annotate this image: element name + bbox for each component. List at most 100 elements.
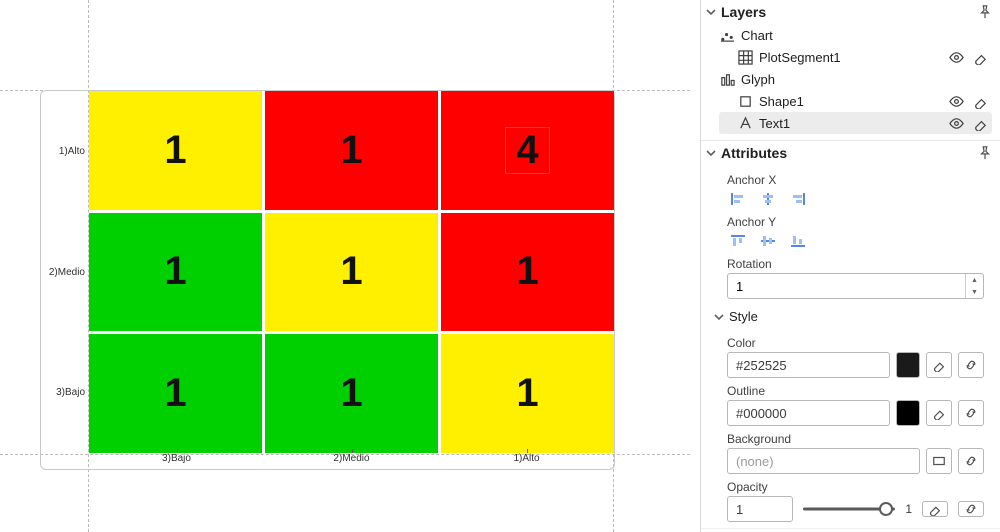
anchor-y-bottom[interactable] — [787, 231, 809, 251]
cell-1-1[interactable]: 1 — [265, 213, 438, 332]
cell-value: 1 — [340, 249, 362, 294]
none-icon[interactable] — [926, 448, 952, 474]
eraser-icon[interactable] — [922, 501, 948, 517]
cell-0-2[interactable]: 4 — [441, 91, 614, 210]
canvas: 1)Alto 2)Medio 3)Bajo 1 1 4 1 1 1 1 1 1 3)Bajo 2… — [0, 0, 690, 532]
cell-1-2[interactable]: 1 — [441, 213, 614, 332]
cell-2-0[interactable]: 1 — [89, 334, 262, 453]
layers-title: Layers — [721, 4, 766, 20]
anchor-x-right[interactable] — [787, 189, 809, 209]
cell-value: 1 — [164, 128, 186, 173]
rotation-field[interactable] — [728, 274, 965, 298]
cell-value: 1 — [340, 128, 362, 173]
cell-1-0[interactable]: 1 — [89, 213, 262, 332]
col-label-1: 2)Medio — [264, 453, 439, 469]
style-header[interactable]: Style — [701, 305, 1000, 328]
rotation-spinner[interactable]: ▲ ▼ — [965, 274, 983, 298]
cell-value: 4 — [505, 127, 549, 174]
style-body: Color #252525 Outline #000000 Background… — [701, 328, 1000, 528]
link-icon[interactable] — [958, 448, 984, 474]
row-labels: 1)Alto 2)Medio 3)Bajo — [41, 91, 89, 453]
cell-value: 1 — [516, 249, 538, 294]
interactivity-header[interactable]: Interactivity — [701, 528, 1000, 532]
link-icon[interactable] — [958, 501, 984, 517]
anchor-y-middle[interactable] — [757, 231, 779, 251]
col-labels: 3)Bajo 2)Medio 1)Alto — [89, 453, 614, 469]
side-panel: Layers Chart PlotSegment1 Glyph — [700, 0, 1000, 532]
layer-text1[interactable]: Text1 — [719, 112, 992, 134]
opacity-max-label: 1 — [905, 502, 912, 516]
rotation-input[interactable]: ▲ ▼ — [727, 273, 984, 299]
layer-text1-label: Text1 — [759, 116, 790, 131]
link-icon[interactable] — [958, 400, 984, 426]
eraser-icon[interactable] — [926, 352, 952, 378]
attributes-title: Attributes — [721, 145, 787, 161]
pin-icon[interactable] — [976, 3, 994, 21]
layer-chart-group[interactable]: Chart — [719, 24, 992, 46]
opacity-row: 1 1 — [727, 496, 984, 522]
outline-swatch[interactable] — [896, 400, 920, 426]
outline-label: Outline — [727, 384, 984, 398]
row-label-1: 2)Medio — [41, 212, 89, 333]
opacity-input[interactable]: 1 — [727, 496, 793, 522]
plot-frame[interactable]: 1)Alto 2)Medio 3)Bajo 1 1 4 1 1 1 1 1 1 3)Bajo 2… — [40, 90, 615, 470]
color-row: #252525 — [727, 352, 984, 378]
outline-input[interactable]: #000000 — [727, 400, 890, 426]
anchor-y-row — [727, 231, 984, 251]
background-row: (none) — [727, 448, 984, 474]
anchor-x-row — [727, 189, 984, 209]
eraser-icon[interactable] — [972, 93, 988, 109]
eye-icon[interactable] — [948, 115, 964, 131]
anchor-y-top[interactable] — [727, 231, 749, 251]
layer-glyph-group[interactable]: Glyph — [719, 68, 992, 90]
chart-icon — [719, 27, 735, 43]
color-swatch[interactable] — [896, 352, 920, 378]
eraser-icon[interactable] — [926, 400, 952, 426]
chevron-down-icon — [705, 6, 717, 18]
plot-grid: 1 1 4 1 1 1 1 1 1 — [89, 91, 614, 453]
eye-icon[interactable] — [948, 49, 964, 65]
cell-0-1[interactable]: 1 — [265, 91, 438, 210]
background-input[interactable]: (none) — [727, 448, 920, 474]
attributes-body: Anchor X Anchor Y Rotation ▲ ▼ — [701, 165, 1000, 305]
row-label-0: 1)Alto — [41, 91, 89, 212]
layer-plotsegment1[interactable]: PlotSegment1 — [719, 46, 992, 68]
chevron-down-icon — [705, 147, 717, 159]
col-label-0: 3)Bajo — [89, 453, 264, 469]
background-label: Background — [727, 432, 984, 446]
link-icon[interactable] — [958, 352, 984, 378]
attributes-header[interactable]: Attributes — [701, 140, 1000, 165]
layer-shape1[interactable]: Shape1 — [719, 90, 992, 112]
style-title: Style — [729, 309, 758, 324]
shape-icon — [737, 93, 753, 109]
cell-2-2[interactable]: 1 — [441, 334, 614, 453]
slider-thumb[interactable] — [879, 502, 893, 516]
rotation-label: Rotation — [727, 257, 984, 271]
cell-2-1[interactable]: 1 — [265, 334, 438, 453]
color-label: Color — [727, 336, 984, 350]
color-input[interactable]: #252525 — [727, 352, 890, 378]
cell-value: 1 — [516, 371, 538, 416]
row-label-2: 3)Bajo — [41, 332, 89, 453]
chevron-up-icon[interactable]: ▲ — [966, 274, 983, 286]
layer-glyph-label: Glyph — [741, 72, 775, 87]
chevron-down-icon[interactable]: ▼ — [966, 286, 983, 298]
anchor-x-center[interactable] — [757, 189, 779, 209]
text-icon — [737, 115, 753, 131]
anchor-y-label: Anchor Y — [727, 215, 984, 229]
chevron-down-icon — [713, 311, 725, 323]
anchor-x-left[interactable] — [727, 189, 749, 209]
cell-0-0[interactable]: 1 — [89, 91, 262, 210]
cell-value: 1 — [164, 371, 186, 416]
layers-header[interactable]: Layers — [701, 0, 1000, 24]
pin-icon[interactable] — [976, 144, 994, 162]
opacity-label: Opacity — [727, 480, 984, 494]
opacity-slider[interactable] — [803, 501, 895, 517]
eraser-icon[interactable] — [972, 115, 988, 131]
eraser-icon[interactable] — [972, 49, 988, 65]
outline-row: #000000 — [727, 400, 984, 426]
cell-value: 1 — [164, 249, 186, 294]
eye-icon[interactable] — [948, 93, 964, 109]
layer-chart-label: Chart — [741, 28, 773, 43]
grid-icon — [737, 49, 753, 65]
